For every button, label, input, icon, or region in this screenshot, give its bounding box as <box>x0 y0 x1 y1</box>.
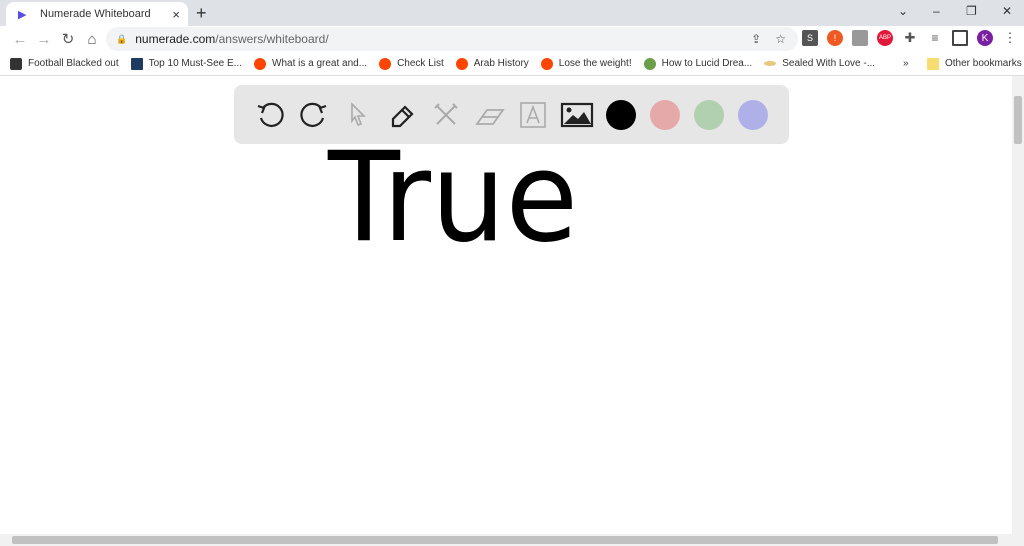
bookmark-label: Lose the weight! <box>558 58 632 69</box>
eraser-icon <box>474 108 505 125</box>
extensions-area: S ! ABP ✚ ≡ K ⋮ <box>802 30 1018 46</box>
whiteboard-canvas[interactable]: True <box>0 76 1012 534</box>
address-bar[interactable]: 🔒 numerade.com /answers/whiteboard/ ⇪ ☆ <box>106 27 798 51</box>
image-icon <box>561 102 594 127</box>
tab-title: Numerade Whiteboard <box>40 8 151 20</box>
site-icon <box>130 57 143 70</box>
color-black[interactable] <box>599 92 643 137</box>
bookmark-label: Sealed With Love -... <box>782 58 876 69</box>
pen-icon <box>391 104 414 127</box>
bookmark-label: Football Blacked out <box>28 58 119 69</box>
media-control-icon[interactable]: ≡ <box>927 30 943 46</box>
bookmark-label: Check List <box>397 58 444 69</box>
numerade-favicon-icon: ▶ <box>18 9 27 21</box>
horizontal-scroll-thumb[interactable] <box>12 536 998 544</box>
bookmark-label: Top 10 Must-See E... <box>148 58 243 69</box>
handwritten-text: True <box>327 126 578 270</box>
undo-button[interactable] <box>248 92 292 137</box>
minimize-button[interactable]: – <box>933 4 940 18</box>
adblock-plus-icon[interactable]: ABP <box>877 30 893 46</box>
tab-bar: ▶ Numerade Whiteboard × + ⌄ – ❐ ✕ <box>0 0 1024 26</box>
image-tool-button[interactable] <box>555 92 599 137</box>
tab-close-button[interactable]: × <box>172 7 180 22</box>
redo-icon <box>300 102 327 127</box>
side-panel-icon[interactable] <box>952 30 968 46</box>
cursor-icon <box>350 101 366 126</box>
bookmark-star-icon[interactable]: ☆ <box>775 32 786 46</box>
url-host: numerade.com <box>135 32 216 46</box>
color-swatch-pink <box>650 99 681 130</box>
menu-kebab-icon[interactable]: ⋮ <box>1002 30 1018 46</box>
extension-s-icon[interactable]: S <box>802 30 818 46</box>
forward-button[interactable]: → <box>32 31 56 48</box>
home-button[interactable]: ⌂ <box>80 31 104 48</box>
shapes-tool-button[interactable] <box>424 92 468 137</box>
eraser-tool-button[interactable] <box>468 92 512 137</box>
site-icon <box>643 57 656 70</box>
site-icon <box>764 61 777 66</box>
bookmark-item[interactable]: Arab History <box>455 57 529 70</box>
color-pink[interactable] <box>643 92 687 137</box>
back-button[interactable]: ← <box>8 31 32 48</box>
share-icon[interactable]: ⇪ <box>751 32 761 46</box>
navigation-bar: ← → ↻ ⌂ 🔒 numerade.com /answers/whiteboa… <box>0 26 1024 52</box>
extension-alert-icon[interactable]: ! <box>827 30 843 46</box>
color-green[interactable] <box>687 92 731 137</box>
reddit-icon <box>455 57 468 70</box>
more-bookmarks-button[interactable]: » <box>903 58 909 69</box>
bookmark-item[interactable]: Lose the weight! <box>540 57 632 70</box>
restore-button[interactable]: ❐ <box>966 4 977 18</box>
bookmark-item[interactable]: What is a great and... <box>254 57 368 70</box>
bookmarks-bar: Football Blacked out Top 10 Must-See E..… <box>0 52 1024 76</box>
redo-button[interactable] <box>292 92 336 137</box>
bookmark-item[interactable]: Sealed With Love -... <box>764 58 875 69</box>
bookmark-label: How to Lucid Drea... <box>661 58 753 69</box>
reload-button[interactable]: ↻ <box>56 30 80 48</box>
color-swatch-green <box>694 99 725 130</box>
color-swatch-purple <box>738 99 769 130</box>
close-window-button[interactable]: ✕ <box>1002 4 1012 18</box>
vertical-scroll-thumb[interactable] <box>1014 96 1022 144</box>
text-tool-button[interactable] <box>512 92 556 137</box>
bookmark-label: What is a great and... <box>272 58 368 69</box>
color-swatch-black <box>606 99 637 130</box>
profile-avatar[interactable]: K <box>977 30 993 46</box>
pen-tool-button[interactable] <box>380 92 424 137</box>
extension-css-icon[interactable] <box>852 30 868 46</box>
horizontal-scrollbar[interactable] <box>0 534 1024 546</box>
reddit-icon <box>379 57 392 70</box>
tab-numerade[interactable]: ▶ Numerade Whiteboard × <box>6 2 188 26</box>
whiteboard-toolbar <box>234 85 789 144</box>
reddit-icon <box>540 57 553 70</box>
bookmark-item[interactable]: Check List <box>379 57 444 70</box>
url-path: /answers/whiteboard/ <box>215 32 329 46</box>
tab-search-button[interactable]: ⌄ <box>898 4 908 18</box>
bookmark-item[interactable]: Top 10 Must-See E... <box>130 57 243 70</box>
text-icon <box>520 101 547 128</box>
folder-icon <box>927 57 939 70</box>
undo-icon <box>257 102 284 127</box>
bookmark-item[interactable]: How to Lucid Drea... <box>643 57 753 70</box>
reddit-icon <box>254 57 267 70</box>
bookmark-item[interactable]: Football Blacked out <box>10 57 119 70</box>
vertical-scrollbar[interactable] <box>1012 76 1024 534</box>
new-tab-button[interactable]: + <box>196 3 207 24</box>
other-bookmarks-label: Other bookmarks <box>945 58 1022 69</box>
tools-icon <box>433 102 458 125</box>
lock-icon: 🔒 <box>116 33 128 44</box>
handwritten-drawing: True <box>327 126 578 270</box>
extensions-puzzle-icon[interactable]: ✚ <box>902 30 918 46</box>
select-tool-button[interactable] <box>336 92 380 137</box>
color-purple[interactable] <box>731 92 775 137</box>
other-bookmarks[interactable]: Other bookmarks <box>927 57 1022 70</box>
tv-icon <box>10 57 22 70</box>
bookmark-label: Arab History <box>473 58 529 69</box>
